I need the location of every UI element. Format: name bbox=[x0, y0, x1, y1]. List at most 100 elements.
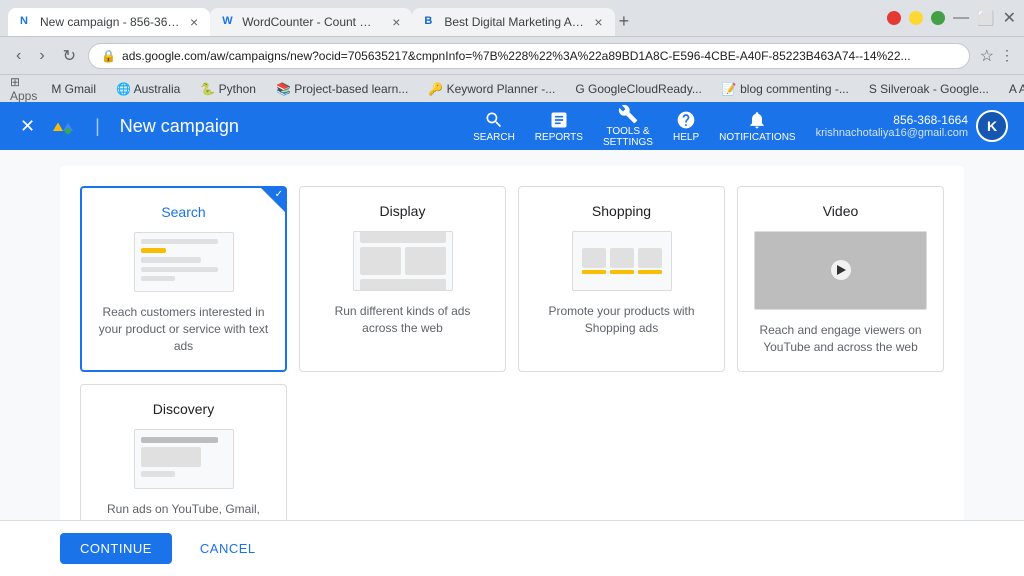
bookmark-silveroak[interactable]: S Silveroak - Google... bbox=[863, 80, 995, 98]
bookmark-python[interactable]: 🐍 Python bbox=[194, 80, 262, 98]
display-block-1 bbox=[360, 231, 446, 243]
continue-button[interactable]: CONTINUE bbox=[60, 533, 172, 564]
illus-line-4 bbox=[141, 267, 218, 272]
tab-favicon-3: B bbox=[424, 15, 438, 29]
user-avatar[interactable]: K bbox=[976, 110, 1008, 142]
user-phone: 856-368-1664 bbox=[816, 113, 968, 127]
reports-nav-label: REPORTS bbox=[535, 132, 583, 143]
discovery-card-title: Discovery bbox=[153, 401, 214, 417]
campaign-type-section: Search Reach customers interested in you… bbox=[60, 166, 964, 520]
tab-close-3[interactable]: × bbox=[594, 14, 602, 30]
app-container: N New campaign - 856-368-1664 × W WordCo… bbox=[0, 0, 1024, 576]
ads-close-button[interactable]: ✕ bbox=[16, 112, 39, 141]
disc-line-3 bbox=[141, 471, 175, 477]
footer: CONTINUE CANCEL bbox=[0, 520, 1024, 576]
display-block-3 bbox=[405, 247, 446, 275]
google-ads-logo-icon bbox=[51, 114, 75, 138]
extensions-icon: ⋮ bbox=[1000, 47, 1014, 64]
display-illustration bbox=[353, 231, 453, 291]
tab-wordcounter[interactable]: W WordCounter - Count Words &... × bbox=[210, 8, 412, 36]
shop-bar-3 bbox=[638, 270, 662, 274]
illus-line-1 bbox=[141, 239, 218, 244]
shopping-card-title: Shopping bbox=[592, 203, 651, 219]
address-bar[interactable]: 🔒 ads.google.com/aw/campaigns/new?ocid=7… bbox=[88, 43, 970, 69]
minimize-button[interactable]: — bbox=[953, 9, 969, 27]
page-title: New campaign bbox=[120, 116, 239, 137]
star-icon[interactable]: ☆ bbox=[980, 46, 994, 66]
forward-button[interactable]: › bbox=[33, 43, 50, 69]
display-block-2 bbox=[360, 247, 401, 275]
address-text: ads.google.com/aw/campaigns/new?ocid=705… bbox=[122, 49, 911, 63]
tab-title-2: WordCounter - Count Words &... bbox=[242, 15, 382, 29]
bookmark-gmail[interactable]: M Gmail bbox=[45, 80, 102, 98]
shop-item-1 bbox=[582, 248, 606, 274]
search-card-title: Search bbox=[161, 204, 205, 220]
traffic-light-red bbox=[887, 11, 901, 25]
campaign-type-search[interactable]: Search Reach customers interested in you… bbox=[80, 186, 287, 372]
campaign-type-video[interactable]: Video Reach and engage viewers on YouTub… bbox=[737, 186, 944, 372]
search-nav-item[interactable]: SEARCH bbox=[473, 110, 515, 143]
help-nav-label: HELP bbox=[673, 132, 699, 143]
reload-button[interactable]: ↻ bbox=[57, 42, 82, 70]
shop-bar-1 bbox=[582, 270, 606, 274]
search-illustration bbox=[134, 232, 234, 292]
display-card-description: Run different kinds of ads across the we… bbox=[316, 303, 489, 337]
tools-nav-label: TOOLS &SETTINGS bbox=[603, 126, 653, 148]
shop-item-3 bbox=[638, 248, 662, 274]
notifications-nav-label: NOTIFICATIONS bbox=[719, 132, 795, 143]
tab-bar: N New campaign - 856-368-1664 × W WordCo… bbox=[8, 0, 633, 36]
header-nav: SEARCH REPORTS TOOLS &SETTINGS HELP NOTI… bbox=[473, 104, 1008, 148]
reports-nav-item[interactable]: REPORTS bbox=[535, 110, 583, 143]
traffic-light-green bbox=[931, 11, 945, 25]
campaign-types-row2: Discovery Run ads on YouTube, Gmail, Dis… bbox=[80, 384, 944, 520]
tab-title-3: Best Digital Marketing Agency in bbox=[444, 15, 584, 29]
lock-icon: 🔒 bbox=[101, 49, 116, 63]
ads-header: ✕ | New campaign SEARCH REPORTS TOOLS &S… bbox=[0, 102, 1024, 150]
tab-new-campaign[interactable]: N New campaign - 856-368-1664 × bbox=[8, 8, 210, 36]
search-nav-label: SEARCH bbox=[473, 132, 515, 143]
video-illustration bbox=[754, 231, 927, 310]
bookmark-keyword[interactable]: 🔑 Keyword Planner -... bbox=[422, 80, 561, 98]
campaign-type-display[interactable]: Display Run different kinds of ads acros… bbox=[299, 186, 506, 372]
bookmark-project[interactable]: 📚 Project-based learn... bbox=[270, 80, 414, 98]
user-email: krishnachotaliya16@gmail.com bbox=[816, 127, 968, 139]
tab-bar-row: N New campaign - 856-368-1664 × W WordCo… bbox=[0, 0, 1024, 36]
campaign-type-discovery[interactable]: Discovery Run ads on YouTube, Gmail, Dis… bbox=[80, 384, 287, 520]
address-row: ‹ › ↻ 🔒 ads.google.com/aw/campaigns/new?… bbox=[0, 36, 1024, 74]
bookmark-gcloud[interactable]: G GoogleCloudReady... bbox=[569, 80, 708, 98]
illus-line-3 bbox=[141, 257, 201, 262]
tab-best-digital[interactable]: B Best Digital Marketing Agency in × bbox=[412, 8, 614, 36]
apps-bookmark[interactable]: ⊞ Apps bbox=[10, 75, 37, 103]
help-nav-item[interactable]: HELP bbox=[673, 110, 699, 143]
tab-title-1: New campaign - 856-368-1664 bbox=[40, 15, 180, 29]
bookmarks-bar: ⊞ Apps M Gmail 🌐 Australia 🐍 Python 📚 Pr… bbox=[0, 74, 1024, 102]
discovery-illustration bbox=[134, 429, 234, 489]
bookmark-australia[interactable]: 🌐 Australia bbox=[110, 80, 186, 98]
maximize-button[interactable]: ⬜ bbox=[977, 10, 994, 27]
new-tab-button[interactable]: + bbox=[615, 7, 634, 36]
discovery-card-description: Run ads on YouTube, Gmail, Discover, and… bbox=[97, 501, 270, 520]
display-card-title: Display bbox=[380, 203, 426, 219]
tab-close-2[interactable]: × bbox=[392, 14, 400, 30]
back-button[interactable]: ‹ bbox=[10, 43, 27, 69]
notifications-nav-item[interactable]: NOTIFICATIONS bbox=[719, 110, 795, 143]
video-card-description: Reach and engage viewers on YouTube and … bbox=[754, 322, 927, 356]
campaign-type-shopping[interactable]: Shopping bbox=[518, 186, 725, 372]
illus-line-2 bbox=[141, 248, 167, 253]
browser-chrome: N New campaign - 856-368-1664 × W WordCo… bbox=[0, 0, 1024, 102]
close-window-button[interactable]: ✕ bbox=[1003, 8, 1016, 28]
bookmark-blog[interactable]: 📝 blog commenting -... bbox=[716, 80, 855, 98]
cancel-button[interactable]: CANCEL bbox=[184, 533, 272, 564]
disc-line-1 bbox=[141, 437, 218, 443]
play-button-icon bbox=[831, 260, 851, 280]
tab-favicon-2: W bbox=[222, 15, 236, 29]
tab-close-1[interactable]: × bbox=[190, 14, 198, 30]
shop-bar-2 bbox=[610, 270, 634, 274]
traffic-light-yellow bbox=[909, 11, 923, 25]
shopping-card-description: Promote your products with Shopping ads bbox=[535, 303, 708, 337]
tools-nav-item[interactable]: TOOLS &SETTINGS bbox=[603, 104, 653, 148]
main-content: Search Reach customers interested in you… bbox=[0, 150, 1024, 520]
shop-item-2 bbox=[610, 248, 634, 274]
bookmark-apparrant[interactable]: A Apparrant - Google... bbox=[1003, 80, 1024, 98]
campaign-types-grid: Search Reach customers interested in you… bbox=[80, 186, 944, 372]
